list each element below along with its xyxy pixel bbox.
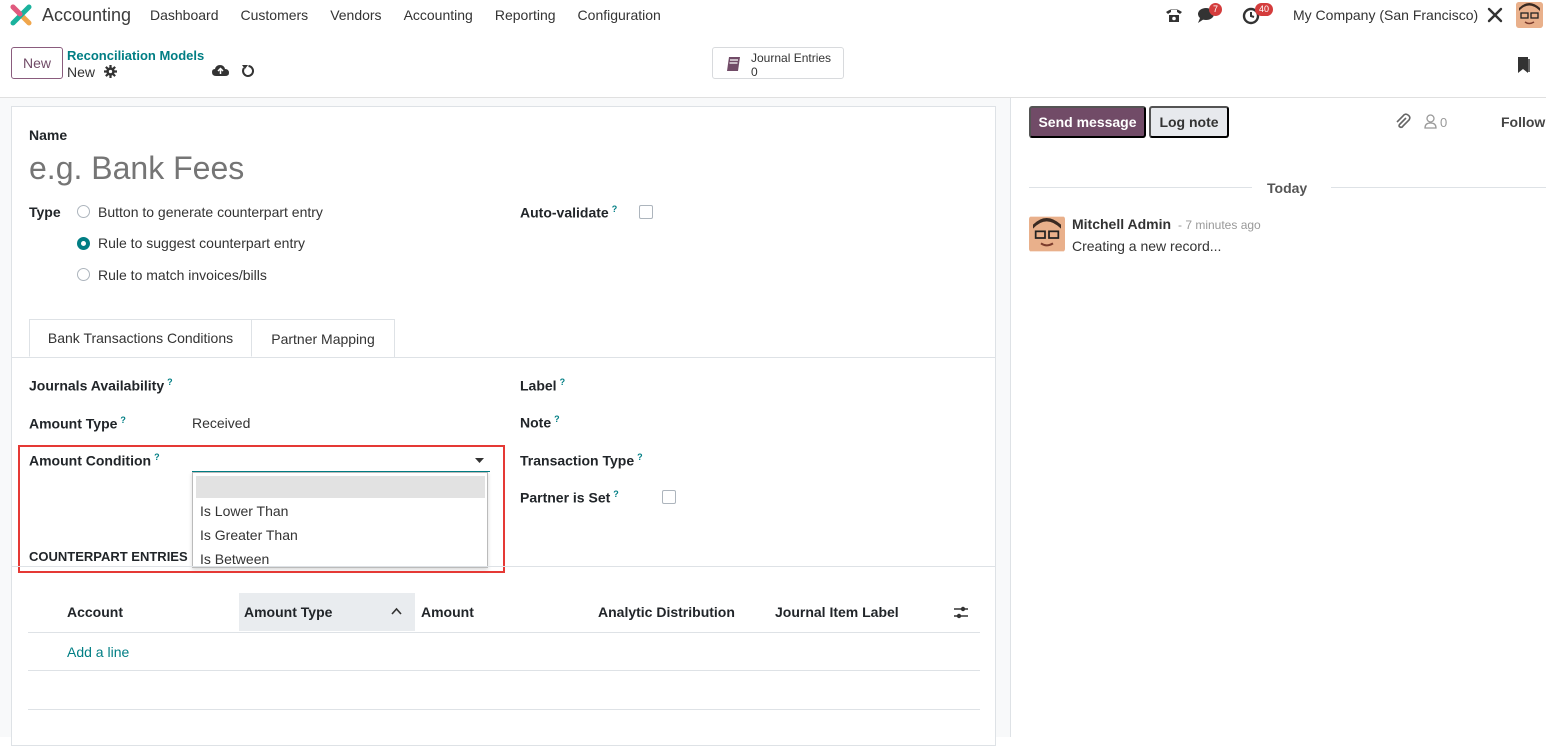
amount-type-value[interactable]: Received (192, 415, 250, 431)
menu-accounting[interactable]: Accounting (404, 7, 473, 23)
table-header-border (28, 632, 980, 633)
messages-badge: 7 (1209, 3, 1223, 16)
user-avatar[interactable] (1516, 2, 1543, 28)
avatar-face-icon (1516, 2, 1543, 28)
save-cloud-icon[interactable] (212, 64, 229, 77)
avatar-face-icon (1029, 216, 1065, 252)
col-amount-type[interactable]: Amount Type (244, 604, 332, 620)
top-navbar: Accounting Dashboard Customers Vendors A… (0, 0, 1546, 30)
bookmark-icon[interactable] (1517, 56, 1531, 74)
chatter-panel: Send message Log note 0 Follow Today Mit… (1010, 98, 1546, 737)
main-menu: Dashboard Customers Vendors Accounting R… (150, 7, 683, 23)
col-analytic-distribution[interactable]: Analytic Distribution (598, 604, 735, 620)
help-mark[interactable]: ? (637, 452, 643, 462)
col-account[interactable]: Account (67, 604, 123, 620)
follower-user-icon[interactable] (1424, 114, 1437, 129)
col-journal-item-label[interactable]: Journal Item Label (775, 604, 899, 620)
type-radio-rule-match[interactable] (77, 268, 90, 281)
new-button[interactable]: New (11, 47, 63, 79)
partner-is-set-checkbox[interactable] (662, 490, 676, 504)
type-option-rule-suggest[interactable]: Rule to suggest counterpart entry (98, 235, 305, 251)
activities-badge: 40 (1255, 3, 1274, 16)
name-label: Name (29, 127, 68, 143)
menu-vendors[interactable]: Vendors (330, 7, 381, 23)
menu-configuration[interactable]: Configuration (578, 7, 661, 23)
amount-type-label: Amount Type? (29, 415, 126, 432)
auto-validate-label: Auto-validate? (520, 204, 618, 221)
send-message-button[interactable]: Send message (1029, 106, 1146, 138)
auto-validate-checkbox[interactable] (639, 205, 653, 219)
help-mark[interactable]: ? (612, 204, 618, 214)
highlight-box (18, 445, 505, 573)
help-mark[interactable]: ? (120, 415, 126, 425)
menu-reporting[interactable]: Reporting (495, 7, 556, 23)
log-note-button[interactable]: Log note (1149, 106, 1229, 138)
type-radio-button[interactable] (77, 205, 90, 218)
type-option-button[interactable]: Button to generate counterpart entry (98, 204, 323, 220)
book-icon (727, 57, 740, 71)
partner-is-set-label: Partner is Set? (520, 489, 619, 506)
discard-icon[interactable] (241, 64, 256, 78)
tab-divider (12, 357, 995, 358)
date-separator-line-right (1331, 187, 1546, 188)
table-row-border (28, 670, 980, 671)
add-line-link[interactable]: Add a line (67, 644, 129, 660)
tab-label: Bank Transactions Conditions (47, 330, 234, 346)
type-radio-rule-suggest[interactable] (77, 237, 90, 250)
follow-button[interactable]: Follow (1501, 114, 1545, 130)
tab-label: Partner Mapping (271, 330, 375, 347)
counterpart-table-header: Account Amount Type Amount Analytic Dist… (28, 593, 980, 633)
paperclip-icon[interactable] (1395, 113, 1411, 130)
message-body: Creating a new record... (1072, 238, 1222, 254)
accounting-app-icon[interactable] (10, 4, 32, 26)
smart-button-value: 0 (751, 65, 758, 79)
breadcrumb-current: New (67, 64, 96, 80)
help-mark[interactable]: ? (167, 377, 173, 387)
type-label: Type (29, 204, 61, 220)
gear-icon[interactable] (104, 65, 117, 78)
date-separator-line-left (1029, 187, 1252, 188)
form-sheet: Name Type Button to generate counterpart… (11, 106, 996, 746)
tab-partner-mapping[interactable]: Partner Mapping (252, 319, 395, 357)
menu-dashboard[interactable]: Dashboard (150, 7, 219, 23)
menu-customers[interactable]: Customers (241, 7, 309, 23)
message-author[interactable]: Mitchell Admin (1072, 216, 1171, 232)
journal-entries-smart-button[interactable]: Journal Entries 0 (712, 47, 844, 79)
follower-count: 0 (1440, 115, 1448, 130)
company-switcher[interactable]: My Company (San Francisco) (1293, 7, 1478, 23)
date-separator: Today (1267, 180, 1308, 196)
note-label: Note? (520, 414, 560, 431)
journals-availability-label: Journals Availability? (29, 377, 173, 394)
name-input[interactable] (29, 147, 969, 189)
sort-ascending-icon[interactable] (391, 607, 402, 615)
debug-tools-icon[interactable] (1486, 6, 1504, 24)
optional-columns-icon[interactable] (954, 606, 968, 619)
help-mark[interactable]: ? (613, 489, 619, 499)
table-footer-border (28, 709, 980, 710)
app-name[interactable]: Accounting (42, 5, 131, 26)
message-time: - 7 minutes ago (1178, 218, 1261, 232)
phone-icon[interactable] (1164, 6, 1184, 24)
transaction-type-label: Transaction Type? (520, 452, 643, 469)
type-option-rule-match[interactable]: Rule to match invoices/bills (98, 267, 267, 283)
smart-button-label: Journal Entries (751, 51, 832, 65)
control-panel: New Reconciliation Models New Journal En… (0, 30, 1546, 98)
message-avatar[interactable] (1029, 216, 1065, 252)
help-mark[interactable]: ? (554, 414, 560, 424)
tab-bank-transactions-conditions[interactable]: Bank Transactions Conditions (29, 319, 252, 357)
section-divider (12, 566, 995, 567)
form-view: Name Type Button to generate counterpart… (0, 98, 1010, 746)
col-amount[interactable]: Amount (421, 604, 474, 620)
breadcrumb-parent[interactable]: Reconciliation Models (67, 48, 204, 63)
help-mark[interactable]: ? (560, 377, 566, 387)
label-label: Label? (520, 377, 566, 394)
